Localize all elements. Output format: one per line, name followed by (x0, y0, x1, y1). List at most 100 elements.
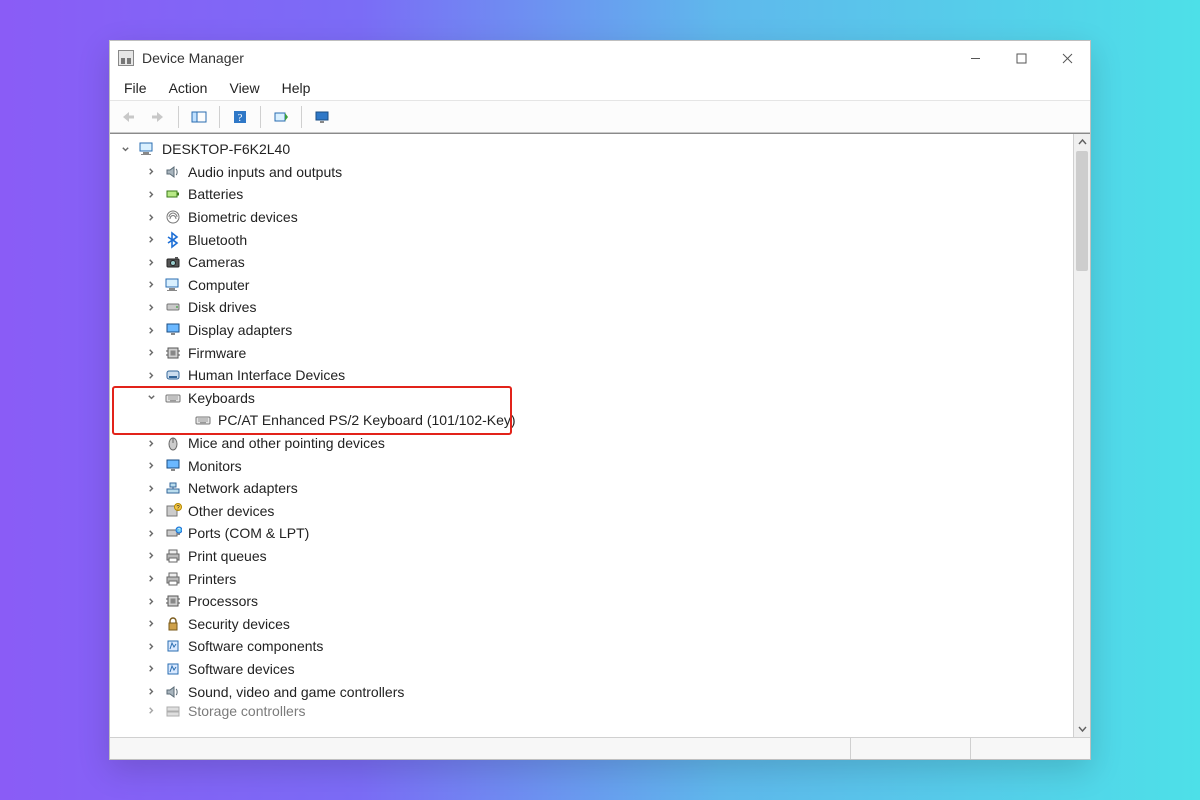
status-cell (110, 738, 850, 759)
tree-category-label: Bluetooth (188, 232, 247, 248)
tree-category[interactable]: Sound, video and game controllers (116, 680, 1073, 703)
tree-category-label: Software components (188, 638, 323, 654)
minimize-button[interactable] (952, 41, 998, 75)
chevron-right-icon[interactable] (144, 662, 158, 676)
close-button[interactable] (1044, 41, 1090, 75)
tree-device[interactable]: PC/AT Enhanced PS/2 Keyboard (101/102-Ke… (116, 409, 1073, 432)
tree-category[interactable]: Print queues (116, 545, 1073, 568)
chevron-down-icon[interactable] (144, 391, 158, 405)
tree-category-label: Print queues (188, 548, 267, 564)
chevron-right-icon[interactable] (144, 459, 158, 473)
scroll-track[interactable] (1074, 151, 1090, 720)
chevron-right-icon[interactable] (144, 346, 158, 360)
chevron-right-icon[interactable] (144, 481, 158, 495)
chevron-right-icon[interactable] (144, 526, 158, 540)
tree-category[interactable]: Cameras (116, 251, 1073, 274)
scroll-up-arrow-icon[interactable] (1074, 134, 1090, 151)
tree-category-label: Storage controllers (188, 703, 306, 719)
speaker-icon (164, 163, 182, 181)
menu-help[interactable]: Help (272, 78, 321, 98)
vertical-scrollbar[interactable] (1073, 134, 1090, 737)
tree-category[interactable]: ? Other devices (116, 500, 1073, 523)
tree-category-label: Firmware (188, 345, 246, 361)
battery-icon (164, 185, 182, 203)
toolbar-forward-button[interactable] (144, 104, 172, 130)
tree-category[interactable]: Batteries (116, 183, 1073, 206)
tree-category[interactable]: Monitors (116, 454, 1073, 477)
scroll-thumb[interactable] (1076, 151, 1088, 271)
chevron-right-icon[interactable] (144, 504, 158, 518)
chevron-right-icon[interactable] (144, 549, 158, 563)
chevron-right-icon[interactable] (144, 617, 158, 631)
chevron-right-icon[interactable] (144, 594, 158, 608)
chevron-right-icon[interactable] (144, 210, 158, 224)
tree-category-label: Mice and other pointing devices (188, 435, 385, 451)
tree-category[interactable]: Keyboards (116, 387, 1073, 410)
keyboard-icon (194, 411, 212, 429)
chevron-right-icon[interactable] (144, 685, 158, 699)
chevron-down-icon[interactable] (118, 142, 132, 156)
chevron-right-icon[interactable] (144, 436, 158, 450)
toolbar-show-hide-console-button[interactable] (185, 104, 213, 130)
tree-category[interactable]: Printers (116, 567, 1073, 590)
storage-icon (164, 703, 182, 719)
tree-device-label: PC/AT Enhanced PS/2 Keyboard (101/102-Ke… (218, 412, 516, 428)
statusbar (110, 737, 1090, 759)
chevron-right-icon[interactable] (144, 323, 158, 337)
tree-category[interactable]: Mice and other pointing devices (116, 432, 1073, 455)
tree-category[interactable]: Audio inputs and outputs (116, 161, 1073, 184)
tree-category[interactable]: Bluetooth (116, 228, 1073, 251)
camera-icon (164, 253, 182, 271)
tree-category-label: Keyboards (188, 390, 255, 406)
toolbar-help-button[interactable]: ? (226, 104, 254, 130)
chevron-right-icon[interactable] (144, 278, 158, 292)
chevron-right-icon[interactable] (144, 639, 158, 653)
printer-icon (164, 570, 182, 588)
maximize-button[interactable] (998, 41, 1044, 75)
mouse-icon (164, 434, 182, 452)
tree-category-label: Sound, video and game controllers (188, 684, 404, 700)
desktop-icon (164, 276, 182, 294)
scroll-down-arrow-icon[interactable] (1074, 720, 1090, 737)
tree-category[interactable]: Security devices (116, 612, 1073, 635)
app-icon (118, 50, 134, 66)
tree-category[interactable]: Disk drives (116, 296, 1073, 319)
chevron-right-icon[interactable] (144, 704, 158, 718)
tree-category-label: Batteries (188, 186, 243, 202)
tree-category[interactable]: Software components (116, 635, 1073, 658)
device-tree[interactable]: DESKTOP-F6K2L40 Audio inputs and outputs… (110, 134, 1073, 737)
chevron-right-icon[interactable] (144, 255, 158, 269)
tree-category[interactable]: Computer (116, 274, 1073, 297)
tree-category[interactable]: Storage controllers (116, 703, 1073, 719)
chevron-right-icon[interactable] (144, 233, 158, 247)
tree-category[interactable]: Firmware (116, 341, 1073, 364)
toolbar-monitor-button[interactable] (308, 104, 336, 130)
menu-view[interactable]: View (219, 78, 269, 98)
chevron-right-icon[interactable] (144, 165, 158, 179)
chevron-right-icon[interactable] (144, 368, 158, 382)
chevron-right-icon[interactable] (144, 300, 158, 314)
tree-category[interactable]: Software devices (116, 658, 1073, 681)
tree-category[interactable]: Network adapters (116, 477, 1073, 500)
chevron-right-icon[interactable] (144, 572, 158, 586)
tree-category[interactable]: Processors (116, 590, 1073, 613)
tree-category[interactable]: ? Ports (COM & LPT) (116, 522, 1073, 545)
tree-category-label: Printers (188, 571, 236, 587)
menu-file[interactable]: File (114, 78, 157, 98)
unknown-icon: ? (164, 502, 182, 520)
menu-action[interactable]: Action (159, 78, 218, 98)
tree-category-label: Computer (188, 277, 249, 293)
tree-category[interactable]: Display adapters (116, 319, 1073, 342)
monitor-icon (164, 321, 182, 339)
toolbar-back-button[interactable] (114, 104, 142, 130)
toolbar-scan-button[interactable] (267, 104, 295, 130)
tree-category[interactable]: Biometric devices (116, 206, 1073, 229)
chevron-right-icon[interactable] (144, 187, 158, 201)
cpu-icon (164, 592, 182, 610)
menubar: File Action View Help (110, 75, 1090, 101)
tree-root[interactable]: DESKTOP-F6K2L40 (116, 138, 1073, 161)
tree-category-label: Ports (COM & LPT) (188, 525, 309, 541)
tree-category-label: Monitors (188, 458, 242, 474)
tree-category-label: Audio inputs and outputs (188, 164, 342, 180)
tree-category[interactable]: Human Interface Devices (116, 364, 1073, 387)
